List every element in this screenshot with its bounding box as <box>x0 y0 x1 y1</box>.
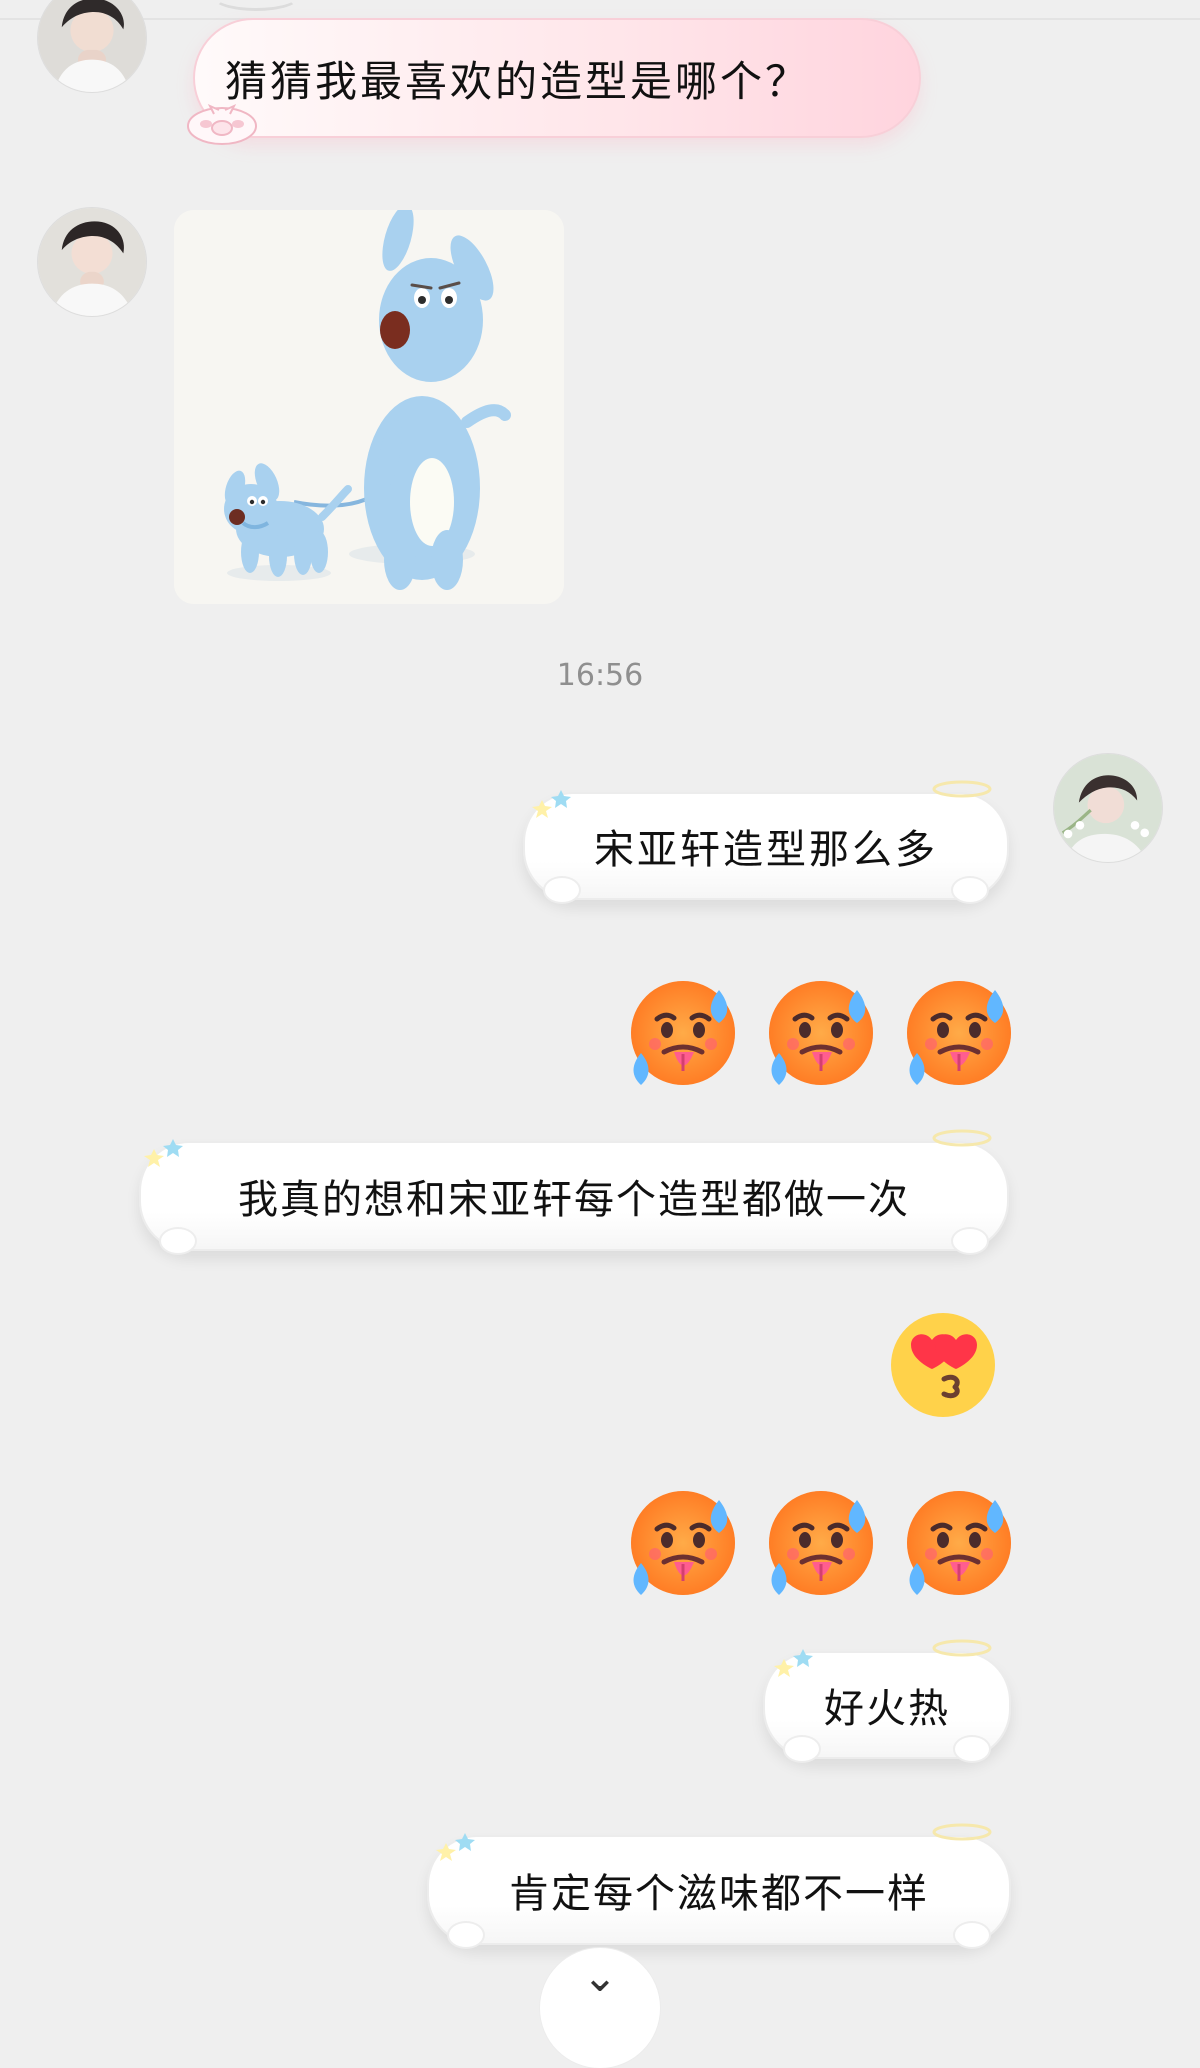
hot-face-emoji <box>896 970 1022 1096</box>
sent-message-text-2: 我真的想和宋亚轩每个造型都做一次 <box>238 1177 910 1223</box>
sent-message-bubble-4: 肯定每个滋味都不一样 <box>427 1835 1011 1949</box>
received-message-text: 猜猜我最喜欢的造型是哪个？ <box>225 56 811 106</box>
heart-eyes-kiss-emoji <box>880 1302 1006 1428</box>
top-floating-arc <box>212 0 300 11</box>
sent-message-bubble-1: 宋亚轩造型那么多 <box>523 792 1009 904</box>
timestamp: 16:56 <box>556 658 644 693</box>
sender-avatar[interactable] <box>38 0 146 92</box>
sent-message-text-4: 肯定每个滋味都不一样 <box>509 1871 929 1917</box>
hot-face-emoji <box>896 1480 1022 1606</box>
user-avatar[interactable] <box>1054 754 1162 862</box>
sent-message-text-3: 好火热 <box>824 1686 950 1732</box>
sender-avatar-image-2 <box>38 208 146 316</box>
hot-face-emoji <box>620 1480 746 1606</box>
emoji-row-2 <box>880 1302 1006 1428</box>
chevron-down-icon: ⌄ <box>582 1952 618 2001</box>
received-message-bubble: 猜猜我最喜欢的造型是哪个？ <box>193 18 921 138</box>
sent-message-bubble-2: 我真的想和宋亚轩每个造型都做一次 <box>139 1141 1009 1255</box>
blue-dog-image[interactable] <box>174 210 564 604</box>
user-avatar-image <box>1054 754 1162 862</box>
sender-avatar-2[interactable] <box>38 208 146 316</box>
hot-face-emoji <box>758 1480 884 1606</box>
emoji-row-3 <box>620 1480 1022 1606</box>
sent-message-bubble-3: 好火热 <box>763 1651 1011 1763</box>
scroll-to-bottom-button[interactable]: ⌄ <box>540 1948 660 2068</box>
sender-avatar-image <box>38 0 146 92</box>
hot-face-emoji <box>620 970 746 1096</box>
hot-face-emoji <box>758 970 884 1096</box>
sent-message-text-1: 宋亚轩造型那么多 <box>594 827 938 873</box>
emoji-row-1 <box>620 970 1022 1096</box>
